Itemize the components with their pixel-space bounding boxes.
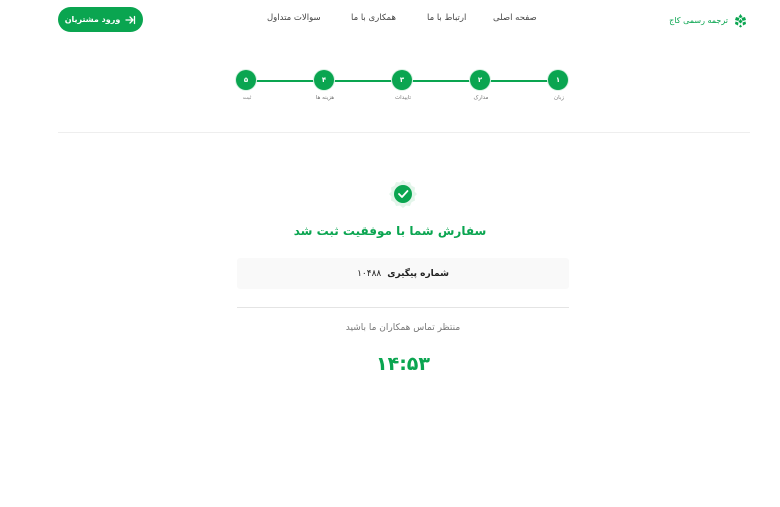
countdown-timer: ۱۴:۵۳ — [376, 353, 430, 375]
step-number: ۲ — [470, 70, 490, 90]
header-divider — [58, 132, 750, 133]
nav-cooperation[interactable]: همکاری با ما — [351, 13, 396, 23]
main-nav: سوالات متداول همکاری با ما ارتباط با ما … — [250, 13, 550, 27]
step-label: مدارک — [473, 95, 489, 101]
waiting-message: منتظر تماس همکاران ما باشید — [345, 323, 461, 333]
tracking-label: شماره پیگیری — [387, 268, 449, 279]
step-number: ۳ — [392, 70, 412, 90]
success-message: سفارش شما با موفقیت ثبت شد — [293, 224, 487, 238]
step-documents: ۲ مدارک — [470, 70, 492, 101]
check-badge-icon — [388, 179, 418, 209]
site-header: ورود مشتریان سوالات متداول همکاری با ما … — [0, 0, 780, 40]
login-arrow-icon — [124, 14, 136, 26]
step-language: ۱ زبان — [548, 70, 570, 101]
step-label: تاییدات — [395, 95, 411, 101]
nav-contact[interactable]: ارتباط با ما — [427, 13, 466, 23]
step-submit: ۵ ثبت — [236, 70, 258, 101]
content-divider — [237, 307, 569, 308]
site-logo[interactable]: ترجمه رسمی کاج — [669, 11, 748, 29]
customer-login-button[interactable]: ورود مشتریان — [58, 7, 143, 32]
step-costs: ۴ هزینه ها — [314, 70, 336, 101]
step-label: ثبت — [242, 95, 252, 101]
tracking-box: شماره پیگیری ۱۰۴۸۸ — [237, 258, 569, 289]
step-label: هزینه ها — [315, 95, 335, 101]
step-approvals: ۳ تاییدات — [392, 70, 414, 101]
step-number: ۴ — [314, 70, 334, 90]
logo-text: ترجمه رسمی کاج — [669, 15, 728, 25]
tracking-number: ۱۰۴۸۸ — [357, 268, 382, 279]
nav-home[interactable]: صفحه اصلی — [493, 13, 537, 23]
step-number: ۱ — [548, 70, 568, 90]
pinecone-icon — [733, 13, 748, 28]
order-stepper: ۱ زبان ۲ مدارک ۳ تاییدات ۴ هزینه ها ۵ ثب… — [236, 70, 571, 110]
step-number: ۵ — [236, 70, 256, 90]
nav-faq[interactable]: سوالات متداول — [267, 13, 321, 23]
customer-login-label: ورود مشتریان — [64, 15, 121, 24]
step-label: زبان — [554, 95, 564, 101]
